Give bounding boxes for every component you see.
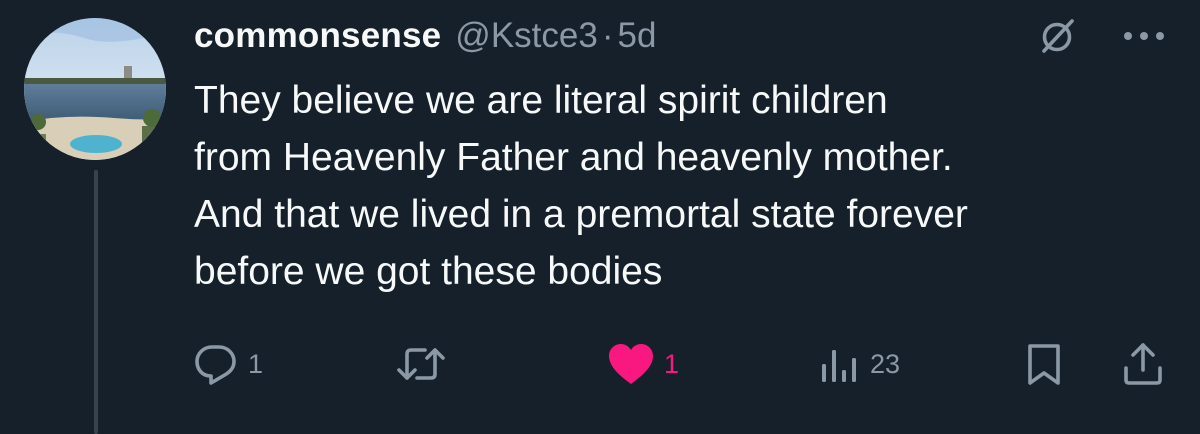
like-count: 1 bbox=[664, 348, 680, 379]
tweet-text-line: before we got these bodies bbox=[194, 250, 663, 293]
tweet[interactable]: commonsense @Kstce3 · 5d They believe we… bbox=[0, 0, 1200, 434]
bookmark-icon bbox=[1028, 344, 1060, 385]
views-button[interactable]: 23 bbox=[816, 336, 900, 392]
reply-icon bbox=[195, 345, 236, 385]
bookmark-button[interactable] bbox=[1022, 336, 1066, 392]
more-icon bbox=[1124, 32, 1164, 40]
separator-dot: · bbox=[601, 16, 614, 55]
retweet-icon bbox=[397, 348, 445, 380]
avatar[interactable] bbox=[24, 18, 166, 160]
tweet-text-line: They believe we are literal spirit child… bbox=[194, 79, 888, 122]
user-handle[interactable]: @Kstce3 bbox=[455, 16, 598, 56]
grok-button[interactable] bbox=[1036, 14, 1080, 58]
reply-count: 1 bbox=[248, 348, 264, 379]
grok-icon bbox=[1042, 19, 1074, 53]
retweet-button[interactable] bbox=[395, 336, 447, 392]
share-button[interactable] bbox=[1120, 336, 1166, 392]
tweet-text-line: And that we lived in a premortal state f… bbox=[194, 193, 968, 236]
views-count: 23 bbox=[870, 348, 901, 379]
thread-line bbox=[94, 170, 98, 434]
share-icon bbox=[1124, 343, 1162, 385]
timestamp[interactable]: 5d bbox=[617, 16, 656, 56]
display-name[interactable]: commonsense bbox=[194, 16, 441, 56]
avatar-image bbox=[24, 18, 166, 160]
reply-button[interactable]: 1 bbox=[192, 336, 263, 392]
action-bar: 1 1 23 bbox=[0, 336, 1200, 392]
like-button[interactable]: 1 bbox=[606, 336, 679, 392]
tweet-text: They believe we are literal spirit child… bbox=[194, 72, 1184, 300]
views-icon bbox=[822, 350, 856, 382]
heart-icon bbox=[609, 344, 653, 384]
tweet-header: commonsense @Kstce3 · 5d bbox=[194, 12, 656, 60]
tweet-text-line: from Heavenly Father and heavenly mother… bbox=[194, 136, 953, 179]
more-options-button[interactable] bbox=[1118, 14, 1170, 58]
